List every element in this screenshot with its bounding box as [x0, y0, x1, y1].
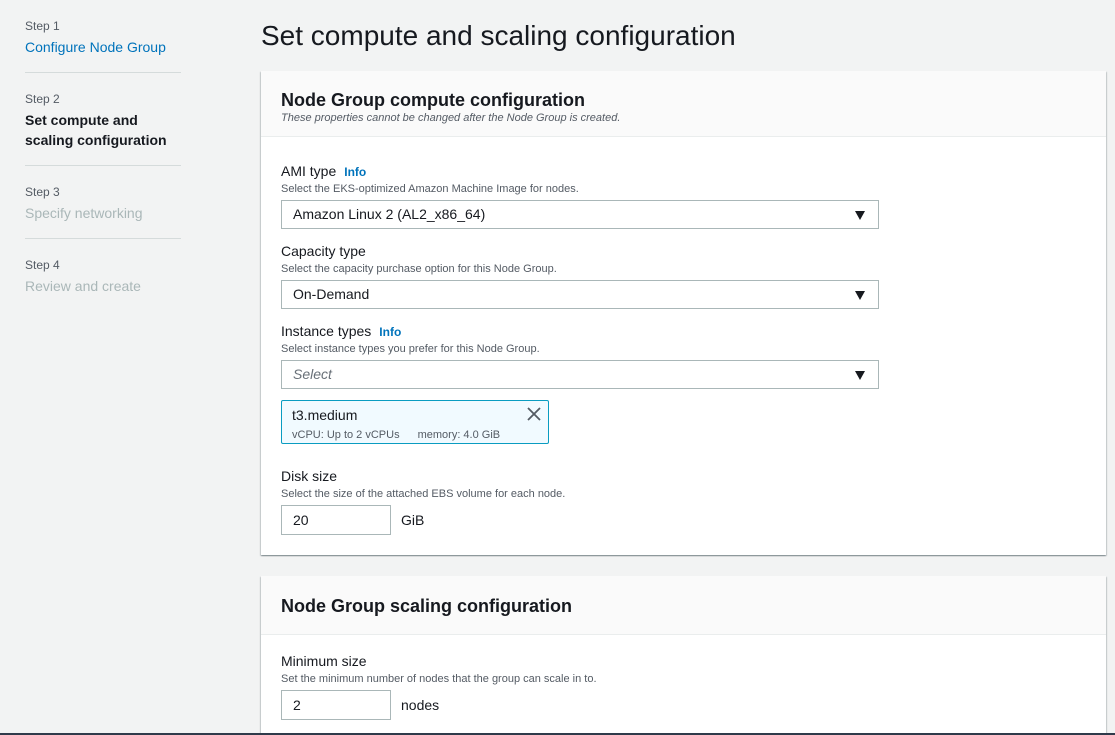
close-icon[interactable] [527, 407, 541, 421]
compute-panel-description: These properties cannot be changed after… [281, 112, 621, 124]
wizard-step-1: Step 1 Configure Node Group [25, 0, 181, 73]
wizard-step-2: Step 2 Set compute and scaling configura… [25, 73, 181, 166]
instance-types-label: Instance types [281, 323, 372, 339]
instance-types-description: Select instance types you prefer for thi… [281, 343, 540, 355]
scaling-config-panel: Node Group scaling configuration Minimum… [261, 576, 1106, 735]
minimum-size-label-row: Minimum size Set the minimum number of n… [281, 652, 597, 686]
token-memory: memory: 4.0 GiB [417, 429, 501, 441]
capacity-type-description: Select the capacity purchase option for … [281, 263, 557, 275]
wizard-steps-nav: Step 1 Configure Node Group Step 2 Set c… [25, 0, 181, 311]
caret-down-icon [855, 371, 865, 380]
minimum-size-label: Minimum size [281, 653, 367, 669]
disk-size-label: Disk size [281, 468, 338, 484]
scaling-panel-header: Node Group scaling configuration [261, 576, 1106, 635]
instance-types-placeholder: Select [293, 366, 332, 382]
token-vcpu: vCPU: Up to 2 vCPUs [292, 429, 400, 441]
disk-size-unit: GiB [401, 512, 425, 528]
minimum-size-input[interactable]: 2 [281, 690, 391, 720]
disk-size-input[interactable]: 20 [281, 505, 391, 535]
disk-size-label-row: Disk size Select the size of the attache… [281, 467, 565, 501]
token-instance-name: t3.medium [292, 407, 358, 423]
scaling-panel-title: Node Group scaling configuration [281, 596, 573, 616]
step-disabled-label: Review and create [25, 278, 141, 294]
step-current-label: Set compute and scaling configuration [25, 112, 167, 148]
capacity-type-value: On-Demand [293, 286, 370, 302]
ami-info-link[interactable]: Info [344, 165, 366, 179]
minimum-size-unit: nodes [401, 697, 440, 713]
capacity-type-select[interactable]: On-Demand [281, 280, 879, 309]
disk-size-description: Select the size of the attached EBS volu… [281, 488, 566, 500]
caret-down-icon [855, 291, 865, 300]
ami-type-value: Amazon Linux 2 (AL2_x86_64) [293, 206, 486, 222]
instance-type-token: t3.medium vCPU: Up to 2 vCPUs memory: 4.0… [281, 400, 549, 444]
capacity-type-label: Capacity type [281, 243, 366, 259]
page-title: Set compute and scaling configuration [261, 20, 736, 51]
ami-type-label-row: AMI type Info Select the EKS-optimized Am… [281, 162, 579, 196]
step-number: Step 3 [25, 185, 60, 199]
compute-panel-header: Node Group compute configuration These p… [261, 71, 1106, 137]
compute-panel-title: Node Group compute configuration [281, 90, 585, 110]
instance-types-info-link[interactable]: Info [379, 325, 401, 339]
ami-type-select[interactable]: Amazon Linux 2 (AL2_x86_64) [281, 200, 879, 229]
compute-config-panel: Node Group compute configuration These p… [261, 71, 1106, 555]
step-number: Step 1 [25, 19, 60, 33]
step-link-configure-node-group[interactable]: Configure Node Group [25, 37, 181, 57]
token-meta: vCPU: Up to 2 vCPUs memory: 4.0 GiB [292, 428, 538, 442]
step-number: Step 2 [25, 92, 60, 106]
wizard-step-4: Step 4 Review and create [25, 239, 181, 311]
instance-types-select[interactable]: Select [281, 360, 879, 389]
ami-type-description: Select the EKS-optimized Amazon Machine … [281, 183, 579, 195]
ami-type-label: AMI type [281, 163, 337, 179]
wizard-step-3: Step 3 Specify networking [25, 166, 181, 239]
caret-down-icon [855, 211, 865, 220]
step-number: Step 4 [25, 258, 60, 272]
minimum-size-description: Set the minimum number of nodes that the… [281, 673, 597, 685]
capacity-type-label-row: Capacity type Select the capacity purcha… [281, 242, 557, 276]
step-disabled-label: Specify networking [25, 205, 143, 221]
instance-types-label-row: Instance types Info Select instance types… [281, 322, 540, 356]
